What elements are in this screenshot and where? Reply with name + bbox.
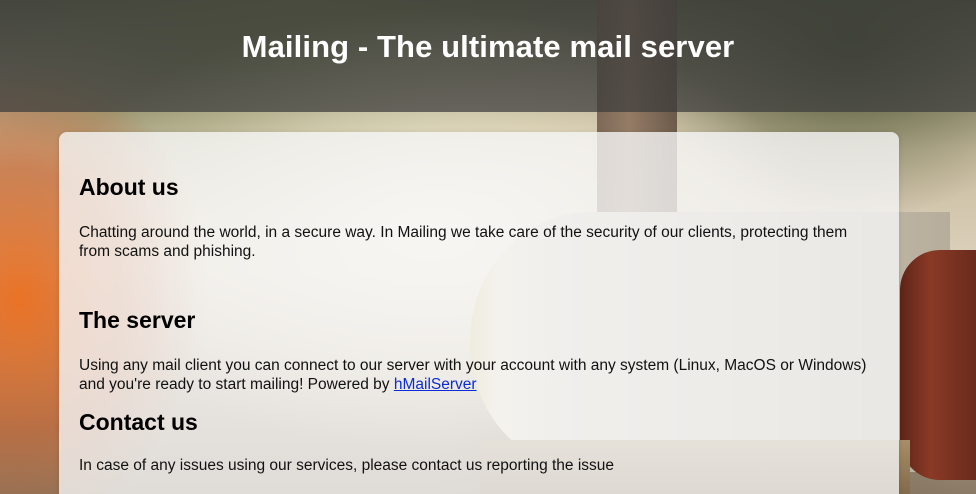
contact-section: Contact us In case of any issues using o… xyxy=(79,408,879,475)
about-heading: About us xyxy=(79,174,179,200)
hmailserver-link[interactable]: hMailServer xyxy=(394,376,477,393)
server-paragraph: Using any mail client you can connect to… xyxy=(79,356,879,394)
server-section: The server Using any mail client you can… xyxy=(79,306,879,394)
contact-heading: Contact us xyxy=(79,409,198,435)
site-header: Mailing - The ultimate mail server xyxy=(0,0,976,112)
background-mailbox-flag xyxy=(900,250,976,480)
about-section: About us Chatting around the world, in a… xyxy=(79,173,879,261)
site-title: Mailing - The ultimate mail server xyxy=(241,29,735,64)
content-panel: About us Chatting around the world, in a… xyxy=(59,132,899,494)
about-text: Chatting around the world, in a secure w… xyxy=(79,224,848,260)
contact-text: In case of any issues using our services… xyxy=(79,457,615,474)
server-heading: The server xyxy=(79,307,196,333)
